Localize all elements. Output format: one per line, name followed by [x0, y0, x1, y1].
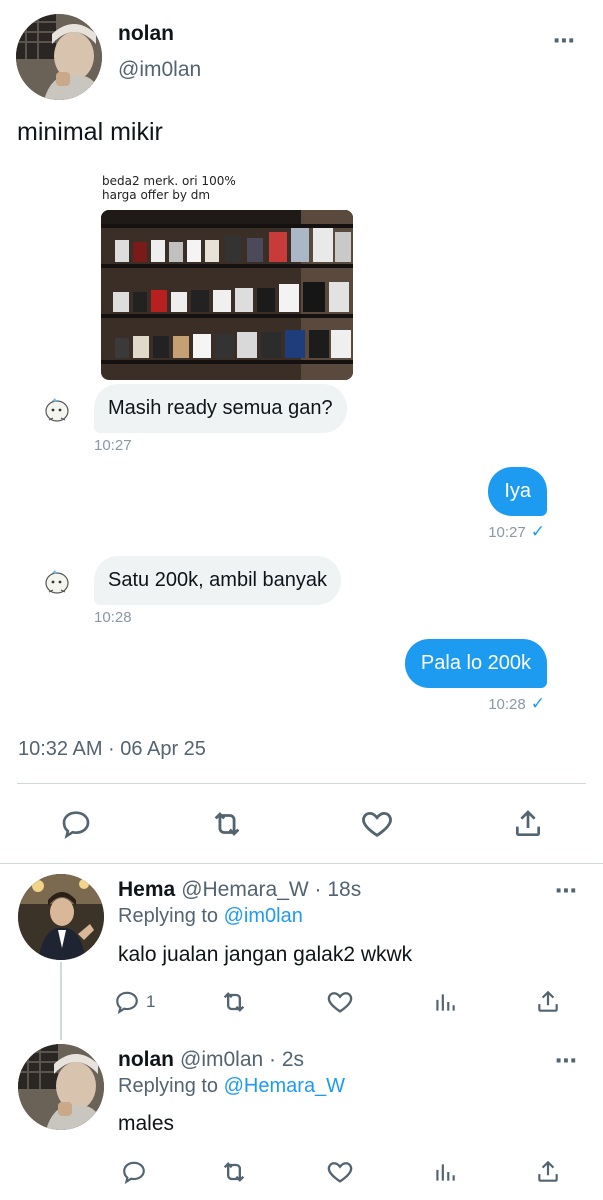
- like-button[interactable]: [320, 1152, 360, 1192]
- share-button[interactable]: [528, 982, 568, 1022]
- chat-time: 10:28: [94, 609, 132, 626]
- reply-icon: [62, 811, 90, 839]
- retweet-button[interactable]: [214, 982, 254, 1022]
- like-button[interactable]: [357, 804, 397, 844]
- reply-handle-time[interactable]: @im0lan · 2s: [180, 1048, 304, 1072]
- reply-avatar[interactable]: [18, 1044, 104, 1130]
- chat-time-row: 10:27 ✓: [488, 522, 545, 542]
- more-options-icon[interactable]: ⋯: [553, 28, 576, 54]
- reply-header: Hema @Hemara_W · 18s: [118, 878, 361, 902]
- heart-icon: [327, 1162, 353, 1183]
- author-name[interactable]: nolan: [118, 22, 174, 46]
- read-check-icon: ✓: [530, 694, 545, 713]
- share-icon: [538, 990, 558, 1012]
- reply-header: nolan @im0lan · 2s: [118, 1048, 304, 1072]
- chat-bubble-outgoing: Iya: [488, 467, 547, 516]
- replying-to: Replying to @im0lan: [118, 905, 303, 928]
- tweet-text: minimal mikir: [17, 118, 163, 146]
- shoe-rack-image: [101, 210, 353, 380]
- analytics-icon: [436, 994, 455, 1011]
- media-caption: beda2 merk. ori 100% harga offer by dm: [102, 160, 362, 202]
- chat-time: 10:27: [94, 437, 132, 454]
- share-button[interactable]: [508, 804, 548, 844]
- reply-button[interactable]: 1: [114, 982, 155, 1022]
- analytics-button[interactable]: [425, 1152, 465, 1192]
- analytics-icon: [436, 1164, 455, 1181]
- share-icon: [516, 810, 540, 836]
- read-check-icon: ✓: [530, 522, 545, 541]
- reply-count: 1: [146, 992, 156, 1011]
- reply-text: kalo jualan jangan galak2 wkwk: [118, 943, 413, 966]
- author-avatar[interactable]: [16, 14, 102, 100]
- thread-connector: [60, 962, 62, 1040]
- chat-user-avatar: [43, 396, 71, 424]
- reply-avatar[interactable]: [18, 874, 104, 960]
- heart-icon: [327, 992, 353, 1013]
- more-options-icon[interactable]: ⋯: [555, 1048, 578, 1074]
- like-button[interactable]: [320, 982, 360, 1022]
- reply-text: males: [118, 1112, 175, 1135]
- share-button[interactable]: [528, 1152, 568, 1192]
- chat-time: 10:27: [488, 523, 526, 541]
- retweet-icon: [223, 992, 245, 1012]
- chat-time-row: 10:28 ✓: [488, 694, 545, 714]
- tweet-media[interactable]: beda2 merk. ori 100% harga offer by dm M…: [0, 158, 603, 718]
- reply-handle-time[interactable]: @Hemara_W · 18s: [181, 878, 361, 902]
- reply-button[interactable]: [56, 804, 96, 844]
- reply-button[interactable]: [114, 1152, 154, 1192]
- heart-icon: [362, 811, 392, 837]
- replying-to-label: Replying to: [118, 1075, 224, 1097]
- reply-icon: [116, 991, 138, 1015]
- reply-author-name[interactable]: nolan: [118, 1048, 174, 1072]
- retweet-icon: [214, 812, 240, 836]
- chat-time: 10:28: [488, 695, 526, 713]
- tweet-timestamp[interactable]: 10:32 AM · 06 Apr 25: [18, 738, 206, 761]
- media-caption-text: beda2 merk. ori 100% harga offer by dm: [102, 174, 236, 202]
- divider: [17, 783, 586, 784]
- chat-bubble-outgoing: Pala lo 200k: [404, 639, 547, 688]
- retweet-icon: [223, 1162, 245, 1182]
- replying-to-link[interactable]: @Hemara_W: [224, 1075, 345, 1097]
- more-options-icon[interactable]: ⋯: [555, 878, 578, 904]
- chat-bubble-incoming: Masih ready semua gan?: [94, 384, 347, 433]
- section-divider: [0, 863, 603, 864]
- author-handle[interactable]: @im0lan: [118, 58, 201, 82]
- retweet-button[interactable]: [207, 804, 247, 844]
- share-icon: [538, 1160, 558, 1182]
- chat-bubble-incoming: Satu 200k, ambil banyak: [94, 556, 342, 605]
- reply-icon: [123, 1161, 145, 1185]
- replying-to: Replying to @Hemara_W: [118, 1075, 345, 1098]
- replying-to-link[interactable]: @im0lan: [224, 905, 303, 927]
- analytics-button[interactable]: [425, 982, 465, 1022]
- retweet-button[interactable]: [214, 1152, 254, 1192]
- replying-to-label: Replying to: [118, 905, 224, 927]
- chat-user-avatar: [43, 568, 71, 596]
- reply-author-name[interactable]: Hema: [118, 878, 175, 902]
